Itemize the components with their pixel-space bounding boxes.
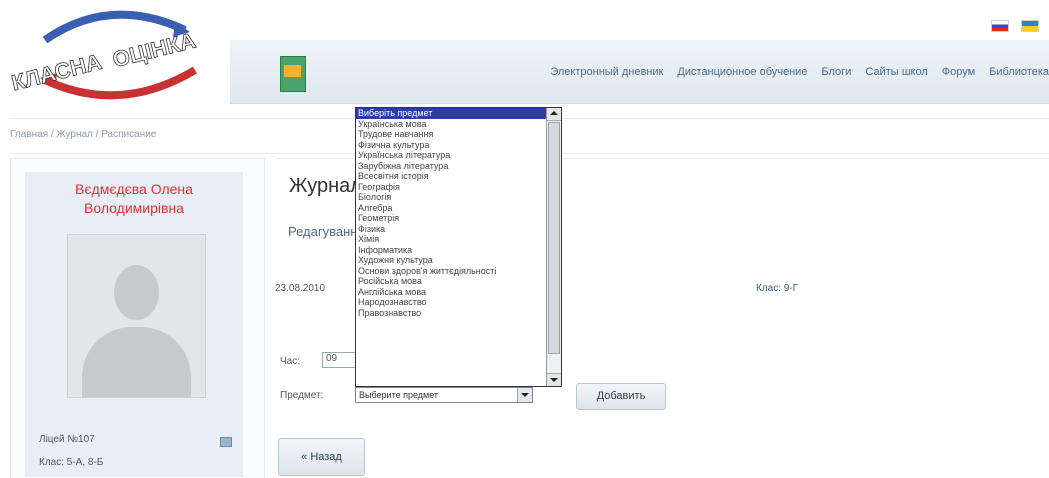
back-button[interactable]: « Назад <box>278 438 365 476</box>
ru-flag-icon[interactable] <box>991 20 1009 32</box>
school-name: Ліцей №107 <box>39 434 95 445</box>
dropdown-option[interactable]: Англійська мова <box>356 287 546 298</box>
dropdown-option[interactable]: Географія <box>356 182 546 193</box>
add-button[interactable]: Добавить <box>576 383 666 410</box>
subject-dropdown-list[interactable]: Виберіть предмет Українська мова Трудове н… <box>355 107 562 387</box>
teacher-classes: Клас: 5-А, 8-Б <box>39 457 104 468</box>
subject-select-value: Выберите предмет <box>359 390 439 400</box>
class-label: Клас: 9-Г <box>756 283 799 294</box>
dropdown-option[interactable]: Правознавство <box>356 308 546 319</box>
chevron-down-icon[interactable] <box>517 388 532 402</box>
dropdown-option[interactable]: Всесвітня історія <box>356 171 546 182</box>
book-icon <box>280 56 306 92</box>
scroll-up-icon[interactable] <box>547 108 561 121</box>
site-logo[interactable]: КЛАСНА ОЦІНКА <box>0 0 240 110</box>
ua-flag-icon[interactable] <box>1021 20 1039 32</box>
dropdown-option[interactable]: Основи здоров'я життєдіяльності <box>356 266 546 277</box>
nav-link-6[interactable]: Библиотека <box>989 66 1049 78</box>
dropdown-option[interactable]: Фізична культура <box>356 140 546 151</box>
dropdown-options: Виберіть предмет Українська мова Трудове н… <box>356 108 546 386</box>
avatar-body-shape <box>82 327 191 397</box>
page-title: Журнал <box>289 175 362 197</box>
dropdown-option[interactable]: Художня культура <box>356 255 546 266</box>
nav-link-4[interactable]: Сайты школ <box>865 66 927 78</box>
id-card-icon[interactable] <box>220 437 232 447</box>
section-subtitle: Редагування <box>288 224 365 239</box>
dropdown-option[interactable]: Хімія <box>356 234 546 245</box>
teacher-name[interactable]: Вєдмєдєва Олена Володимирівна <box>25 180 243 218</box>
nav-link-1[interactable]: Электронный дневник <box>550 66 663 78</box>
dropdown-option[interactable]: Інформатика <box>356 245 546 256</box>
lesson-date: 23.08.2010 <box>275 283 326 294</box>
nav-link-5[interactable]: Форум <box>942 66 975 78</box>
breadcrumb[interactable]: Главная / Журнал / Расписание <box>10 129 156 140</box>
svg-text:ОЦІНКА: ОЦІНКА <box>110 28 198 73</box>
dropdown-option[interactable]: Зарубіжна література <box>356 161 546 172</box>
subject-label: Предмет: <box>280 390 324 401</box>
scroll-down-icon[interactable] <box>547 373 561 386</box>
dropdown-option[interactable]: Біологія <box>356 192 546 203</box>
dropdown-scrollbar[interactable] <box>546 108 561 386</box>
scrollbar-thumb[interactable] <box>548 122 560 354</box>
dropdown-option[interactable]: Виберіть предмет <box>356 108 546 119</box>
dropdown-option[interactable]: Фізика <box>356 224 546 235</box>
dropdown-option[interactable]: Народознавство <box>356 297 546 308</box>
dropdown-option[interactable]: Російська мова <box>356 276 546 287</box>
profile-card: Вєдмєдєва Олена Володимирівна Ліцей №107… <box>25 172 243 477</box>
nav-links: Электронный дневник Дистанционное обучени… <box>550 40 1049 103</box>
avatar-head-shape <box>114 265 159 320</box>
time-label: Час: <box>280 356 301 367</box>
subject-select[interactable]: Выберите предмет <box>355 387 533 403</box>
language-switcher <box>991 20 1039 32</box>
dropdown-option[interactable]: Алгебра <box>356 203 546 214</box>
top-navigation-bar: Электронный дневник Дистанционное обучени… <box>230 40 1049 104</box>
dropdown-option[interactable]: Українська мова <box>356 119 546 130</box>
avatar <box>67 234 206 398</box>
dropdown-option[interactable]: Геометрія <box>356 213 546 224</box>
nav-link-3[interactable]: Блоги <box>821 66 851 78</box>
dropdown-option[interactable]: Українська література <box>356 150 546 161</box>
dropdown-option[interactable]: Трудове навчання <box>356 129 546 140</box>
nav-link-2[interactable]: Дистанционное обучение <box>677 66 807 78</box>
